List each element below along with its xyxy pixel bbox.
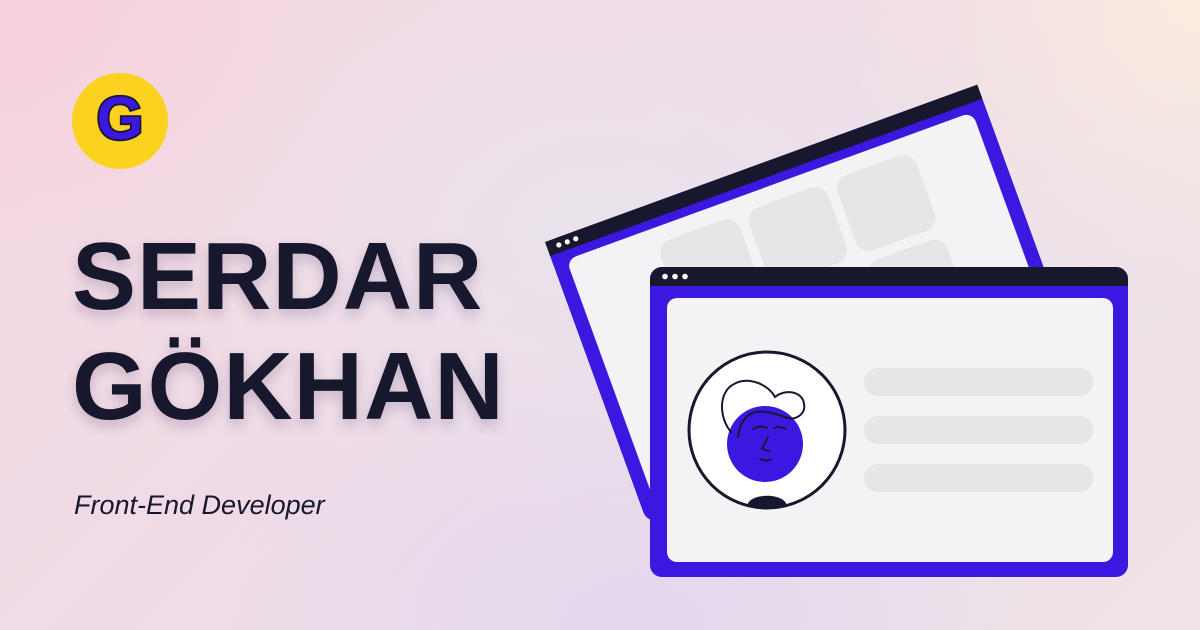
front-window-dot-2 xyxy=(672,273,678,280)
placeholder-line-3 xyxy=(864,464,1093,492)
front-window-dot-1 xyxy=(662,273,668,280)
front-browser-window xyxy=(650,267,1128,577)
placeholder-line-2 xyxy=(864,416,1093,444)
front-window-titlebar xyxy=(650,267,1128,286)
front-window-dot-3 xyxy=(682,273,688,280)
placeholder-line-1 xyxy=(864,368,1093,396)
person-avatar-icon xyxy=(687,350,847,510)
browser-windows-illustration xyxy=(545,84,1128,577)
